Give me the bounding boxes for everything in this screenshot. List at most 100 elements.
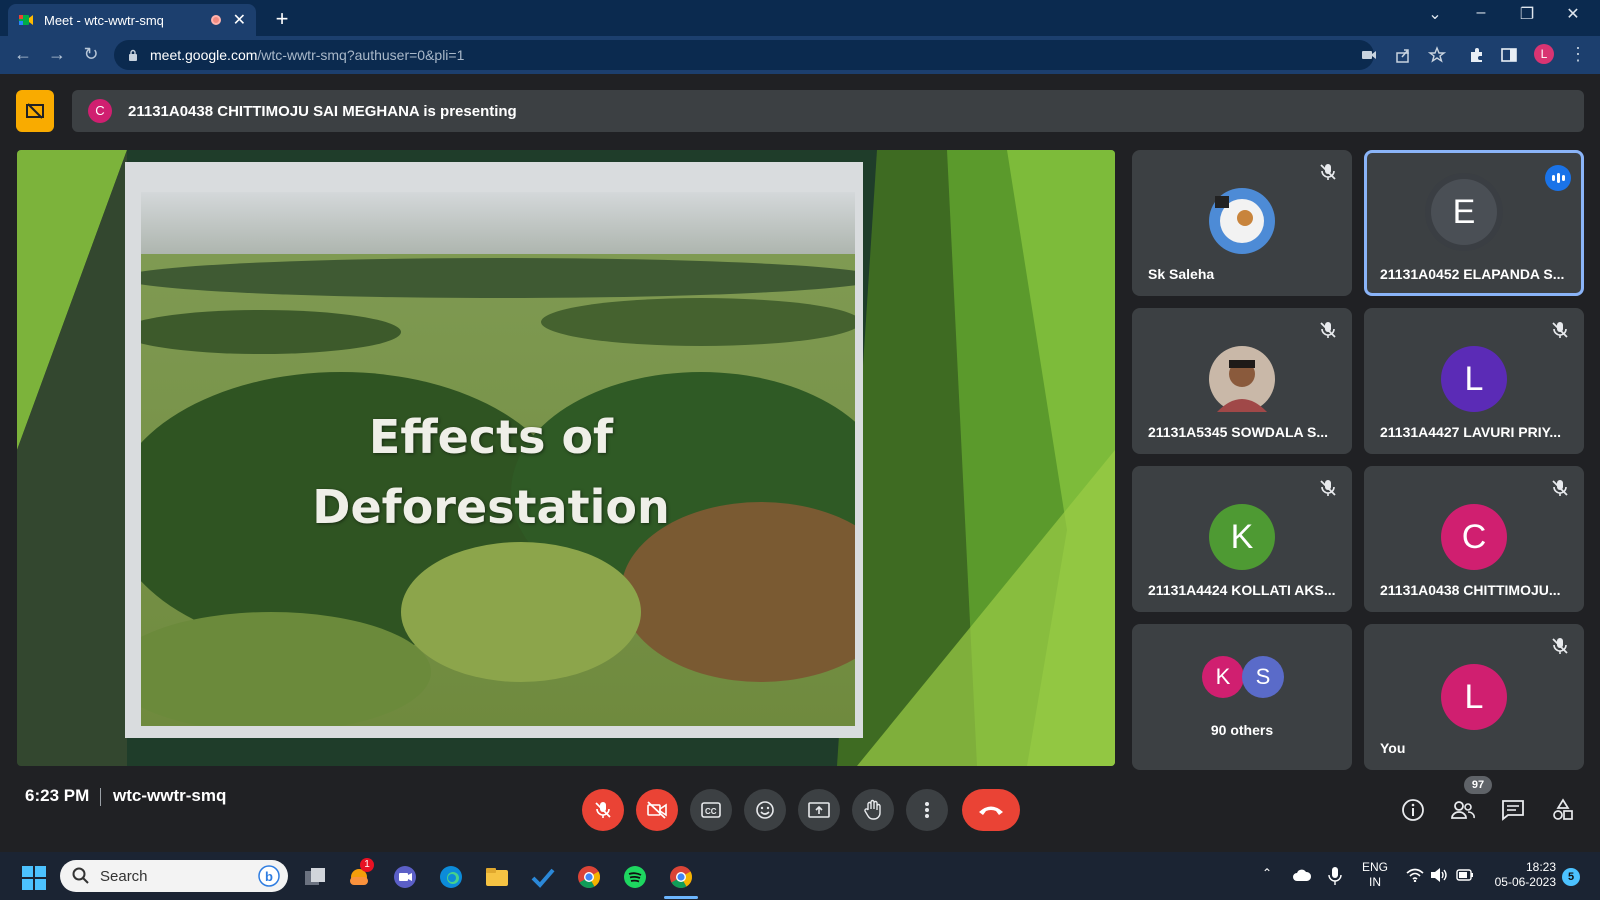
participant-name: 21131A0452 ELAPANDA S... bbox=[1380, 266, 1565, 282]
side-panel-icon[interactable] bbox=[1500, 46, 1518, 64]
hang-up-icon bbox=[979, 806, 1003, 815]
presenter-avatar: C bbox=[88, 99, 112, 123]
mic-off-icon bbox=[1320, 164, 1336, 180]
present-screen-icon bbox=[808, 802, 830, 818]
emoji-icon bbox=[756, 801, 774, 819]
participant-tile[interactable]: Sk Saleha bbox=[1132, 150, 1352, 296]
participant-name: 21131A0438 CHITTIMOJU... bbox=[1380, 582, 1561, 598]
tab-title: Meet - wtc-wwtr-smq bbox=[44, 12, 164, 28]
back-button[interactable]: ← bbox=[12, 44, 34, 65]
mic-off-icon bbox=[1320, 480, 1336, 496]
todo-check-icon[interactable] bbox=[530, 864, 556, 890]
volume-icon[interactable] bbox=[1430, 867, 1448, 883]
onedrive-cloud-icon[interactable] bbox=[1292, 868, 1312, 882]
mic-off-icon bbox=[1552, 480, 1568, 496]
bookmark-star-icon[interactable] bbox=[1428, 46, 1446, 64]
profile-avatar[interactable]: L bbox=[1534, 44, 1554, 64]
meeting-details-button[interactable] bbox=[1400, 797, 1426, 823]
camera-in-use-icon[interactable] bbox=[1360, 46, 1378, 64]
mic-toggle-button[interactable] bbox=[582, 789, 624, 831]
wifi-icon[interactable] bbox=[1406, 868, 1424, 882]
mic-off-icon bbox=[1552, 322, 1568, 338]
raise-hand-button[interactable] bbox=[852, 789, 894, 831]
participant-tile[interactable]: C 21131A0438 CHITTIMOJU... bbox=[1364, 466, 1584, 612]
browser-tab-bar: Meet - wtc-wwtr-smq ✕ + ⌄ – ❐ ✕ bbox=[0, 0, 1600, 36]
mic-off-icon bbox=[1552, 638, 1568, 654]
participant-count-badge: 97 bbox=[1464, 776, 1492, 794]
participant-tile[interactable]: E 21131A0452 ELAPANDA S... bbox=[1364, 150, 1584, 296]
participant-avatar: L bbox=[1441, 346, 1507, 412]
more-options-button[interactable] bbox=[906, 789, 948, 831]
avatar-photo bbox=[1209, 346, 1275, 412]
info-icon bbox=[1402, 799, 1424, 821]
others-tile[interactable]: K S 90 others bbox=[1132, 624, 1352, 770]
presenting-banner: C 21131A0438 CHITTIMOJU SAI MEGHANA is p… bbox=[72, 90, 1584, 132]
mic-off-icon bbox=[595, 802, 611, 818]
camera-toggle-button[interactable] bbox=[636, 789, 678, 831]
stop-presenting-icon[interactable] bbox=[16, 90, 54, 132]
participant-avatar: K bbox=[1209, 504, 1275, 570]
tab-close-icon[interactable]: ✕ bbox=[233, 10, 246, 30]
input-language[interactable]: ENG IN bbox=[1362, 860, 1388, 890]
chat-button[interactable] bbox=[1500, 797, 1526, 823]
captions-button[interactable]: CC bbox=[690, 789, 732, 831]
meet-window: C 21131A0438 CHITTIMOJU SAI MEGHANA is p… bbox=[0, 74, 1600, 844]
window-close-button[interactable]: ✕ bbox=[1558, 4, 1588, 24]
share-icon[interactable] bbox=[1394, 46, 1412, 64]
minimize-button[interactable]: – bbox=[1466, 4, 1496, 22]
presentation-stage: Effects of Deforestation bbox=[17, 150, 1115, 766]
tab-meet[interactable]: Meet - wtc-wwtr-smq ✕ bbox=[8, 4, 256, 36]
edge-browser-icon[interactable] bbox=[438, 864, 464, 890]
microphone-in-use-icon[interactable] bbox=[1328, 866, 1342, 886]
self-tile[interactable]: L You bbox=[1364, 624, 1584, 770]
windows-start-icon[interactable] bbox=[22, 866, 46, 890]
url-path: /wtc-wwtr-smq?authuser=0&pli=1 bbox=[257, 47, 465, 63]
new-tab-button[interactable]: + bbox=[270, 6, 294, 32]
chat-icon bbox=[1502, 800, 1524, 821]
chrome-profile-icon[interactable] bbox=[668, 864, 694, 890]
forward-button[interactable]: → bbox=[46, 44, 68, 65]
slide-frame: Effects of Deforestation bbox=[125, 162, 863, 738]
svg-text:b: b bbox=[265, 869, 273, 884]
people-button[interactable] bbox=[1450, 797, 1476, 823]
notification-count-badge[interactable]: 5 bbox=[1562, 868, 1580, 886]
speaking-indicator-icon bbox=[1545, 165, 1571, 191]
address-bar[interactable]: meet.google.com/wtc-wwtr-smq?authuser=0&… bbox=[114, 40, 1374, 70]
file-explorer-icon[interactable] bbox=[484, 864, 510, 890]
people-icon bbox=[1451, 801, 1475, 819]
activities-button[interactable] bbox=[1550, 797, 1576, 823]
recording-indicator-icon bbox=[210, 15, 221, 25]
taskbar-clock[interactable]: 18:23 05-06-2023 bbox=[1490, 860, 1556, 890]
self-name: You bbox=[1380, 740, 1406, 756]
restore-button[interactable]: ❐ bbox=[1512, 4, 1542, 24]
participant-tile[interactable]: 21131A5345 SOWDALA S... bbox=[1132, 308, 1352, 454]
bing-icon: b bbox=[258, 865, 280, 887]
battery-icon[interactable] bbox=[1456, 869, 1474, 881]
reactions-button[interactable] bbox=[744, 789, 786, 831]
meeting-clock: 6:23 PM bbox=[25, 786, 90, 805]
participant-avatar: C bbox=[1441, 504, 1507, 570]
spotify-icon[interactable] bbox=[622, 864, 648, 890]
participant-name: 21131A5345 SOWDALA S... bbox=[1148, 424, 1329, 440]
extensions-puzzle-icon[interactable] bbox=[1468, 46, 1486, 64]
leave-call-button[interactable] bbox=[962, 789, 1020, 831]
language-code: ENG bbox=[1362, 860, 1389, 874]
taskbar-search[interactable]: Search b bbox=[60, 860, 288, 892]
search-placeholder: Search bbox=[100, 867, 148, 885]
camera-off-icon bbox=[647, 801, 667, 819]
participant-tile[interactable]: K 21131A4424 KOLLATI AKS... bbox=[1132, 466, 1352, 612]
avatar-photo bbox=[1209, 188, 1275, 254]
others-avatar: S bbox=[1242, 656, 1284, 698]
participant-tile[interactable]: L 21131A4427 LAVURI PRIY... bbox=[1364, 308, 1584, 454]
windows-taskbar: Search b 1 ⌃ ENG IN 18:23 05-06-2023 5 bbox=[0, 852, 1600, 900]
teams-chat-icon[interactable] bbox=[392, 864, 418, 890]
chrome-icon[interactable] bbox=[576, 864, 602, 890]
google-meet-favicon-icon bbox=[19, 15, 33, 25]
present-now-button[interactable] bbox=[798, 789, 840, 831]
tab-search-chevron-icon[interactable]: ⌄ bbox=[1420, 4, 1450, 24]
task-view-icon[interactable] bbox=[302, 864, 328, 890]
show-hidden-icons-chevron[interactable]: ⌃ bbox=[1262, 866, 1272, 880]
app-badge: 1 bbox=[360, 858, 374, 872]
chrome-menu-icon[interactable]: ⋮ bbox=[1567, 44, 1589, 65]
reload-button[interactable]: ↻ bbox=[80, 44, 102, 65]
